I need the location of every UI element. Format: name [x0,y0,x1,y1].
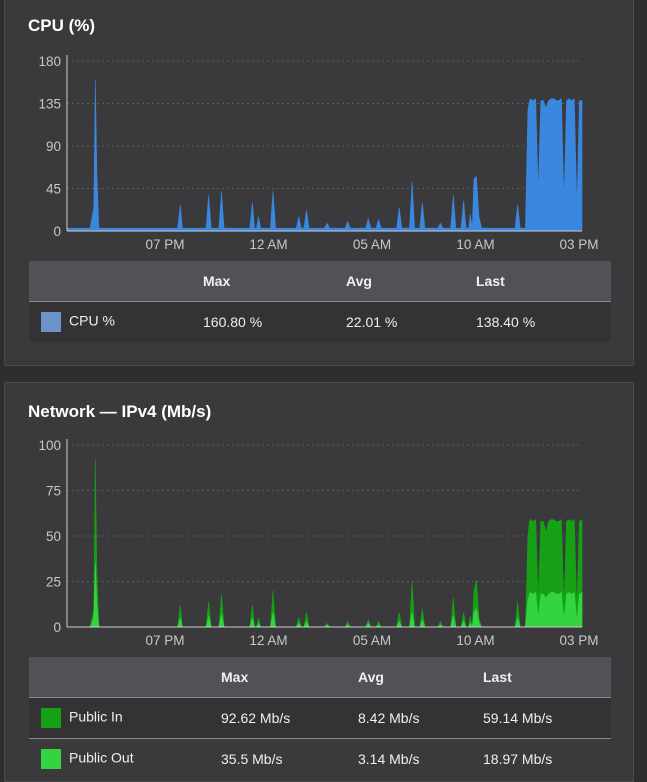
y-tick-label: 135 [38,97,61,112]
legend-header-last: Last [476,272,505,289]
cpu-chart-panel: CPU (%) 0 45 90 135 180 07 PM 12 AM 05 AM 10 AM 0… [4,0,634,366]
legend-header-row: Max Avg Last [29,657,611,697]
legend-max: 160.80 % [203,313,263,330]
y-tick-label: 0 [53,620,61,635]
y-tick-label: 50 [46,529,61,544]
y-tick-label: 45 [46,182,61,197]
network-legend-table: Max Avg Last Public In 92.62 Mb/s 8.42 M… [29,657,611,779]
legend-last: 138.40 % [476,313,536,330]
y-tick-label: 0 [53,224,61,239]
cpu-legend-table: Max Avg Last CPU % 160.80 % 22.01 % 138.… [29,261,611,342]
series-area-0 [66,79,583,232]
legend-header-avg: Avg [358,668,384,685]
series-area-1 [67,563,583,628]
public-in-swatch [41,707,61,728]
y-tick-label: 180 [38,54,61,69]
legend-header-max: Max [203,272,231,289]
legend-max: 92.62 Mb/s [221,709,291,726]
cpu-chart: 0 45 90 135 180 07 PM 12 AM 05 AM 10 AM 03 PM [38,54,598,252]
legend-avg: 3.14 Mb/s [358,750,420,767]
legend-last: 59.14 Mb/s [483,709,553,726]
cpu-swatch [41,311,61,332]
legend-max: 35.5 Mb/s [221,750,283,767]
legend-last: 18.97 Mb/s [483,750,553,767]
y-tick-label: 90 [46,139,61,154]
x-tick-label: 12 AM [249,237,287,252]
x-tick-label: 10 AM [456,633,494,648]
x-tick-label: 07 PM [145,237,184,252]
y-tick-label: 100 [38,438,61,453]
x-tick-label: 03 PM [559,633,598,648]
public-out-swatch [41,748,61,769]
legend-header-row: Max Avg Last [29,261,611,301]
x-tick-label: 12 AM [249,633,287,648]
legend-header-avg: Avg [346,272,372,289]
x-tick-label: 10 AM [456,237,494,252]
legend-avg: 8.42 Mb/s [358,709,420,726]
x-tick-label: 03 PM [559,237,598,252]
legend-row-public-out[interactable]: Public Out 35.5 Mb/s 3.14 Mb/s 18.97 Mb/… [29,738,611,779]
legend-avg: 22.01 % [346,313,398,330]
x-tick-label: 05 AM [353,237,391,252]
legend-series-name: Public Out [69,749,134,766]
x-tick-label: 07 PM [145,633,184,648]
y-tick-label: 25 [46,575,61,590]
legend-header-max: Max [221,668,249,685]
legend-series-name: CPU % [69,312,115,329]
legend-series-name: Public In [69,708,123,725]
legend-header-last: Last [483,668,512,685]
legend-row-cpu[interactable]: CPU % 160.80 % 22.01 % 138.40 % [29,301,611,342]
network-chart-panel: Network — IPv4 (Mb/s) 0 25 50 75 100 07 PM 12 … [4,382,634,782]
series-area-0 [67,459,583,628]
legend-row-public-in[interactable]: Public In 92.62 Mb/s 8.42 Mb/s 59.14 Mb/… [29,697,611,738]
x-tick-label: 05 AM [353,633,391,648]
network-chart: 0 25 50 75 100 07 PM 12 AM 05 AM 10 AM 03 PM [38,438,598,648]
y-tick-label: 75 [46,484,61,499]
